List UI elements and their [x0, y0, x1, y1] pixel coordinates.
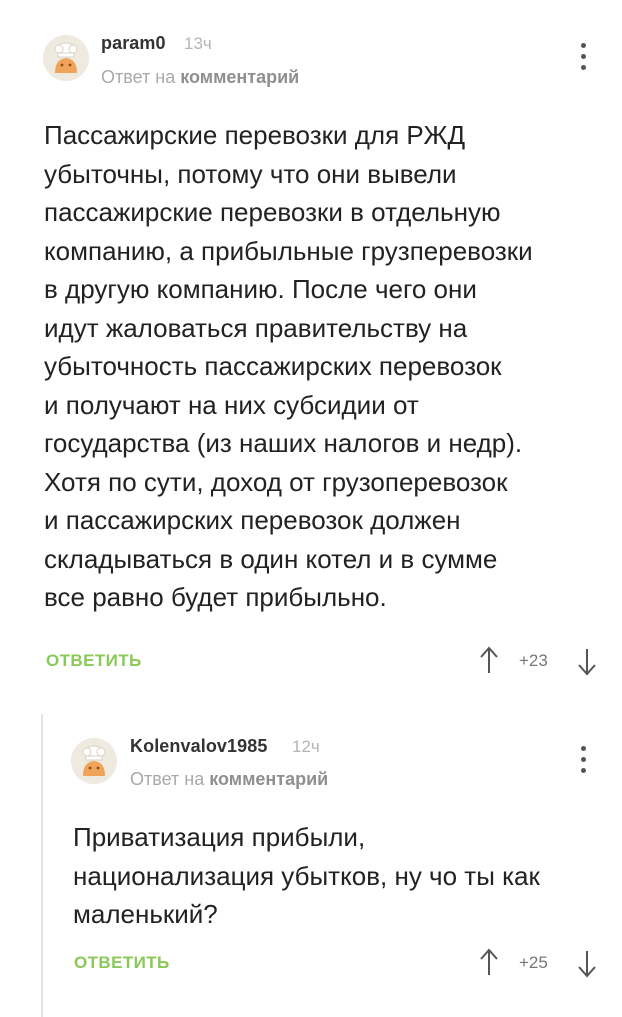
avatar[interactable]	[71, 738, 117, 784]
default-user-avatar-icon	[71, 738, 117, 784]
reply-prefix: Ответ на	[130, 769, 205, 789]
comment-text: Приватизация прибыли, национализация убы…	[73, 818, 540, 934]
reply-button[interactable]: ОТВЕТИТЬ	[74, 953, 170, 973]
vote-up-icon[interactable]	[479, 947, 499, 977]
rating-count: +25	[519, 953, 548, 972]
vote-down-icon[interactable]	[577, 949, 597, 979]
more-options-icon[interactable]	[573, 743, 593, 777]
comment-text-line: Приватизация прибыли,	[73, 822, 366, 852]
reply-reference: Ответ на комментарий	[130, 769, 328, 790]
comment-reply: Kolenvalov1985 12ч Ответ на комментарий …	[0, 0, 622, 1017]
comment-text-line: маленький?	[73, 899, 218, 929]
username[interactable]: Kolenvalov1985	[130, 736, 267, 757]
comment-text-line: национализация убытков, ну чо ты как	[73, 860, 540, 891]
comment-time: 12ч	[292, 737, 320, 756]
parent-comment-link[interactable]: комментарий	[209, 769, 328, 789]
